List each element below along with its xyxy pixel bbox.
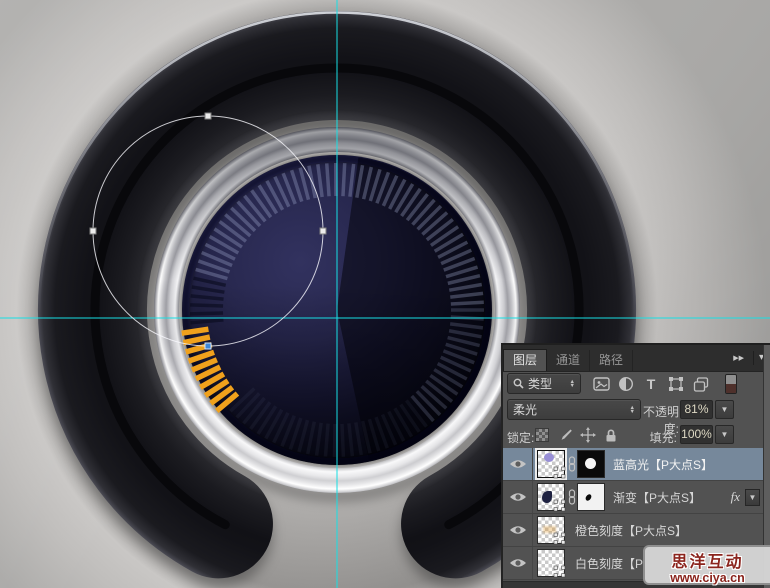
filter-toggle-switch[interactable] xyxy=(725,374,737,394)
layer-mask-thumbnail[interactable] xyxy=(577,483,605,511)
layer-thumbnail[interactable] xyxy=(537,549,566,578)
fill-caret-button[interactable]: ▼ xyxy=(715,425,734,444)
layer-thumbnail[interactable] xyxy=(537,516,566,545)
layer-thumbnail[interactable] xyxy=(537,483,566,512)
path-anchor-0[interactable] xyxy=(204,112,212,120)
lock-all-padlock-icon[interactable] xyxy=(603,426,619,444)
watermark-url: www.ciya.cn xyxy=(670,571,745,585)
collapse-panel-icon[interactable]: ▶▶ xyxy=(733,354,744,362)
dropdown-arrows-icon: ▲ ▼ xyxy=(569,378,575,389)
tab-paths[interactable]: 路径 xyxy=(590,350,634,371)
filter-pixel-layers-icon[interactable] xyxy=(591,374,611,394)
filter-kind-dropdown[interactable]: 类型 ▲ ▼ xyxy=(507,373,581,394)
mask-link-icon[interactable] xyxy=(568,456,576,472)
layer-name[interactable]: 蓝高光【P大点S】 xyxy=(613,456,713,473)
photoshop-document-view: 图层 通道 路径 ▶▶ ▾ 类型 ▲ ▼ T 柔光 ▲ ▼ 不透明度: 81% … xyxy=(0,0,770,588)
layer-row-orange-ticks[interactable]: 橙色刻度【P大点S】 xyxy=(503,514,770,547)
panel-tab-bar: 图层 通道 路径 ▶▶ ▾ xyxy=(503,345,770,372)
blend-mode-value: 柔光 xyxy=(513,403,538,417)
path-anchor-active[interactable] xyxy=(204,342,212,350)
lock-pixels-brush-icon[interactable] xyxy=(557,426,573,444)
filter-adjustment-layers-icon[interactable] xyxy=(616,374,636,394)
tab-layers[interactable]: 图层 xyxy=(503,349,548,371)
layer-name[interactable]: 白色刻度【P xyxy=(575,555,643,572)
mask-link-icon[interactable] xyxy=(568,489,576,505)
visibility-toggle[interactable] xyxy=(503,514,533,546)
vector-bounds-badge-icon xyxy=(553,499,566,512)
lock-label: 锁定: xyxy=(507,431,535,445)
filter-kind-label: 类型 xyxy=(528,377,553,391)
layer-mask-thumbnail[interactable] xyxy=(577,450,605,478)
path-anchor-2[interactable] xyxy=(319,227,327,235)
collapse-effects-caret[interactable]: ▼ xyxy=(745,489,760,506)
opacity-caret-button[interactable]: ▼ xyxy=(715,400,734,419)
thumbnail-blue-blob xyxy=(544,453,554,462)
layer-name[interactable]: 橙色刻度【P大点S】 xyxy=(575,522,687,539)
vector-bounds-badge-icon xyxy=(553,466,566,479)
eye-icon xyxy=(509,460,526,468)
visibility-toggle[interactable] xyxy=(503,481,533,513)
layer-name[interactable]: 渐变【P大点S】 xyxy=(613,489,701,506)
vector-bounds-badge-icon xyxy=(553,532,566,545)
layer-thumbnail[interactable] xyxy=(537,450,566,479)
eye-icon xyxy=(509,559,526,567)
lock-transparency-icon[interactable] xyxy=(534,426,550,444)
watermark: 思洋互动 www.ciya.cn xyxy=(643,545,770,585)
mask-black-dot xyxy=(584,493,593,502)
mask-white-circle xyxy=(585,458,596,469)
visibility-toggle[interactable] xyxy=(503,448,533,480)
layer-row-gradient[interactable]: 渐变【P大点S】 fx ▼ xyxy=(503,481,770,514)
blend-mode-dropdown[interactable]: 柔光 ▲ ▼ xyxy=(507,399,641,420)
filter-smart-objects-icon[interactable] xyxy=(691,374,711,394)
vector-bounds-badge-icon xyxy=(553,565,566,578)
fill-label: 填充: xyxy=(649,431,677,445)
fill-value[interactable]: 100% xyxy=(680,425,713,444)
thumbnail-dark-blob xyxy=(542,491,552,503)
layer-effects-fx-label[interactable]: fx xyxy=(731,489,740,505)
eye-icon xyxy=(509,526,526,534)
eye-icon xyxy=(509,493,526,501)
filter-shape-layers-icon[interactable] xyxy=(666,374,686,394)
watermark-title: 思洋互动 xyxy=(671,554,744,571)
path-anchor-1[interactable] xyxy=(89,227,97,235)
tab-channels[interactable]: 通道 xyxy=(547,350,591,371)
lock-position-move-icon[interactable] xyxy=(580,426,596,444)
layer-row-blue-highlight[interactable]: 蓝高光【P大点S】 xyxy=(503,448,770,481)
filter-type-layers-icon[interactable]: T xyxy=(641,374,661,394)
opacity-value[interactable]: 81% xyxy=(680,400,713,419)
visibility-toggle[interactable] xyxy=(503,547,533,579)
search-icon xyxy=(513,378,524,389)
